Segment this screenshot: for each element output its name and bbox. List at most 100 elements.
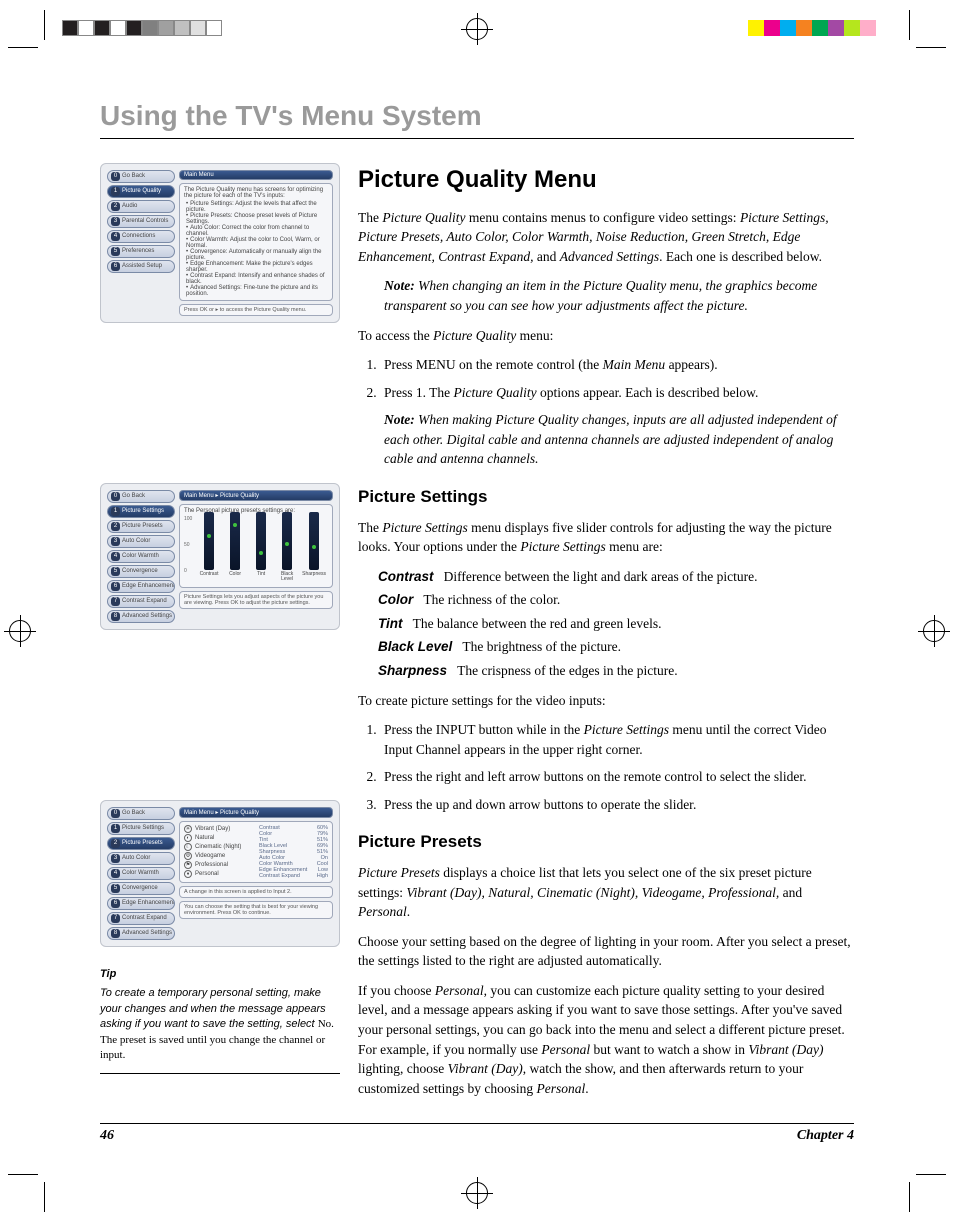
access-lead: To access the Picture Quality menu:: [358, 326, 854, 346]
preset-row: ◐Natural: [184, 834, 253, 842]
menu-nav: 0Go Back1Picture Quality2Audio3Parental …: [107, 170, 175, 316]
breadcrumb: Main Menu ▸ Picture Quality: [179, 807, 333, 818]
intro-paragraph: The Picture Quality menu contains menus …: [358, 208, 854, 267]
menu-item: 1Picture Settings: [107, 822, 175, 835]
panel-bullets: Picture Settings: Adjust the levels that…: [184, 201, 328, 297]
hint-bar: Picture Settings lets you adjust aspects…: [179, 591, 333, 609]
slider: Tint: [250, 512, 272, 584]
breadcrumb: Main Menu ▸ Picture Quality: [179, 490, 333, 501]
menu-item: 5Convergence: [107, 565, 175, 578]
chapter-title: Using the TV's Menu System: [100, 100, 854, 139]
bullet-item: Auto Color: Correct the color from chann…: [186, 225, 328, 237]
definition-item: Contrast Difference between the light an…: [378, 567, 854, 587]
menu-item: 0Go Back: [107, 170, 175, 183]
body-text: If you choose Personal, you can customiz…: [358, 981, 854, 1098]
menu-item: 8Advanced Settings: [107, 927, 175, 940]
chapter-label: Chapter 4: [797, 1128, 854, 1144]
tip-body: To create a temporary personal setting, …: [100, 986, 340, 1063]
main-column: Picture Quality Menu The Picture Quality…: [358, 163, 854, 1108]
stat-row: Contrast ExpandHigh: [259, 873, 328, 879]
registration-mark-icon: [466, 1182, 488, 1204]
sliders-panel: The Personal picture presets settings ar…: [179, 504, 333, 588]
menu-item: 8Advanced Settings: [107, 610, 175, 623]
steps-list: Press the INPUT button while in the Pict…: [380, 720, 854, 814]
definition-item: Tint The balance between the red and gre…: [378, 614, 854, 634]
preset-row: ☀Vibrant (Day): [184, 825, 253, 833]
page-content: Using the TV's Menu System 0Go Back 1Pict…: [60, 80, 894, 1162]
menu-item: 2Picture Presets: [107, 520, 175, 533]
subsection-title: Picture Settings: [358, 485, 854, 510]
list-item: Press 1. The Picture Quality options app…: [380, 383, 854, 469]
preset-row: ♦Personal: [184, 870, 253, 878]
menu-item: 5Convergence: [107, 882, 175, 895]
screenshot-picture-presets: 0Go Back 1Picture Settings 2Picture Preset…: [100, 800, 340, 947]
slider-group: 100 50 0 ContrastColorTintBlack LevelSha…: [184, 514, 328, 584]
hint-bar: You can choose the setting that is best …: [179, 901, 333, 919]
menu-item: 0Go Back: [107, 807, 175, 820]
menu-item: 6Edge Enhancement: [107, 580, 175, 593]
hint-bar: Press OK or ▸ to access the Picture Qual…: [179, 304, 333, 316]
menu-item: 1Picture Settings: [107, 505, 175, 518]
menu-item: 6Edge Enhancement: [107, 897, 175, 910]
body-text: Choose your setting based on the degree …: [358, 932, 854, 971]
slider: Contrast: [198, 512, 220, 584]
menu-item: 6Assisted Setup: [107, 260, 175, 273]
menu-item: 0Go Back: [107, 490, 175, 503]
definition-item: Color The richness of the color.: [378, 590, 854, 610]
screenshot-picture-settings: 0Go Back 1Picture Settings 2Picture Preset…: [100, 483, 340, 630]
menu-item: 5Preferences: [107, 245, 175, 258]
body-text: Picture Presets displays a choice list t…: [358, 863, 854, 922]
list-item: Press the right and left arrow buttons o…: [380, 767, 854, 787]
bullet-item: Advanced Settings: Fine-tune the picture…: [186, 285, 328, 297]
list-item: Press the up and down arrow buttons to o…: [380, 795, 854, 815]
axis-label: 100: [184, 516, 192, 522]
body-text: To create picture settings for the video…: [358, 691, 854, 711]
note: Note: When changing an item in the Pictu…: [384, 276, 854, 315]
hint-note: A change in this screen is applied to In…: [179, 886, 333, 898]
breadcrumb: Main Menu: [179, 170, 333, 180]
list-item: Press the INPUT button while in the Pict…: [380, 720, 854, 759]
definition-item: Black Level The brightness of the pictur…: [378, 637, 854, 657]
menu-item: 3Parental Controls: [107, 215, 175, 228]
bullet-item: Convergence: Automatically or manually a…: [186, 249, 328, 261]
color-bar-right: [748, 20, 892, 36]
menu-item: 7Contrast Expand: [107, 595, 175, 608]
subsection-title: Picture Presets: [358, 830, 854, 855]
preset-row: ⚑Professional: [184, 861, 253, 869]
menu-item: 2Picture Presets: [107, 837, 175, 850]
menu-item: 4Connections: [107, 230, 175, 243]
menu-item: 4Color Warmth: [107, 550, 175, 563]
axis-label: 50: [184, 542, 190, 548]
registration-mark-icon: [466, 18, 488, 40]
axis-label: 0: [184, 568, 187, 574]
stat-list: Contrast60%Color79%Tint51%Black Level69%…: [259, 825, 328, 879]
access-steps: Press MENU on the remote control (the Ma…: [380, 355, 854, 469]
color-bar-left: [62, 20, 222, 36]
registration-mark-icon: [9, 620, 31, 642]
description-panel: The Picture Quality menu has screens for…: [179, 183, 333, 301]
sidebar-column: 0Go Back1Picture Quality2Audio3Parental …: [100, 163, 340, 1108]
screenshot-main-menu: 0Go Back1Picture Quality2Audio3Parental …: [100, 163, 340, 323]
tip-block: Tip To create a temporary personal setti…: [100, 967, 340, 1074]
preset-row: ⚙Videogame: [184, 852, 253, 860]
menu-item: 3Auto Color: [107, 852, 175, 865]
menu-item: 1Picture Quality: [107, 185, 175, 198]
body-text: The Picture Settings menu displays five …: [358, 518, 854, 557]
bullet-item: Edge Enhancement: Make the picture's edg…: [186, 261, 328, 273]
bullet-item: Color Warmth: Adjust the color to Cool, …: [186, 237, 328, 249]
slider: Sharpness: [302, 512, 326, 584]
page-footer: 46 Chapter 4: [100, 1123, 854, 1144]
note: Note: When making Picture Quality change…: [384, 410, 854, 469]
tip-heading: Tip: [100, 967, 340, 982]
slider: Black Level: [276, 512, 298, 584]
menu-item: 7Contrast Expand: [107, 912, 175, 925]
definition-item: Sharpness The crispness of the edges in …: [378, 661, 854, 681]
page-number: 46: [100, 1128, 114, 1144]
presets-panel: ☀Vibrant (Day)◐Natural☾Cinematic (Night)…: [179, 821, 333, 883]
slider: Color: [224, 512, 246, 584]
section-title: Picture Quality Menu: [358, 163, 854, 198]
menu-item: 4Color Warmth: [107, 867, 175, 880]
registration-mark-icon: [923, 620, 945, 642]
preset-list: ☀Vibrant (Day)◐Natural☾Cinematic (Night)…: [184, 825, 253, 879]
bullet-item: Picture Presets: Choose preset levels of…: [186, 213, 328, 225]
